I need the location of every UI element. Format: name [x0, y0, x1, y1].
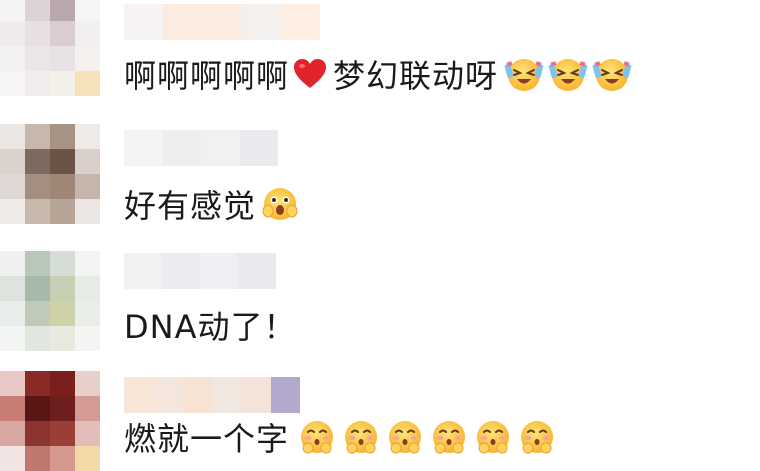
avatar[interactable] — [0, 0, 100, 96]
shy-blushing-face-icon — [341, 417, 381, 457]
comment-item: 啊啊啊啊啊 梦幻联动呀 — [0, 0, 760, 120]
username[interactable] — [124, 4, 321, 40]
avatar[interactable] — [0, 371, 100, 471]
comment-text-part: 好有感觉 — [124, 187, 257, 225]
crying-laughing-face-icon — [592, 54, 632, 94]
comment-text: 啊啊啊啊啊 梦幻联动呀 — [124, 52, 632, 96]
avatar[interactable] — [0, 124, 100, 224]
username[interactable] — [124, 130, 278, 166]
shy-blushing-face-icon — [517, 417, 557, 457]
comment-text-part: 啊啊啊啊啊 — [124, 57, 290, 95]
comment-text-part: 梦幻联动呀 — [333, 57, 499, 95]
avatar[interactable] — [0, 251, 100, 351]
comment-item: DNA动了！ — [0, 245, 760, 365]
comment-text: DNA动了！ — [124, 303, 296, 347]
comment-text: 燃就一个字 — [124, 415, 557, 459]
shy-blushing-face-icon — [473, 417, 513, 457]
comment-text: 好有感觉 — [124, 182, 300, 226]
comment-text-part: DNA动了！ — [124, 308, 297, 346]
red-heart-icon — [293, 58, 327, 90]
username[interactable] — [124, 377, 300, 413]
shy-blushing-face-icon — [385, 417, 425, 457]
crying-laughing-face-icon — [504, 54, 544, 94]
shy-blushing-face-icon — [429, 417, 469, 457]
crying-laughing-face-icon — [548, 54, 588, 94]
comment-item: 燃就一个字 — [0, 365, 760, 471]
comment-item: 好有感觉 — [0, 120, 760, 245]
shy-blushing-face-icon — [297, 417, 337, 457]
username[interactable] — [124, 253, 276, 289]
comment-text-part: 燃就一个字 — [124, 420, 290, 458]
shocked-face-icon — [260, 184, 300, 224]
